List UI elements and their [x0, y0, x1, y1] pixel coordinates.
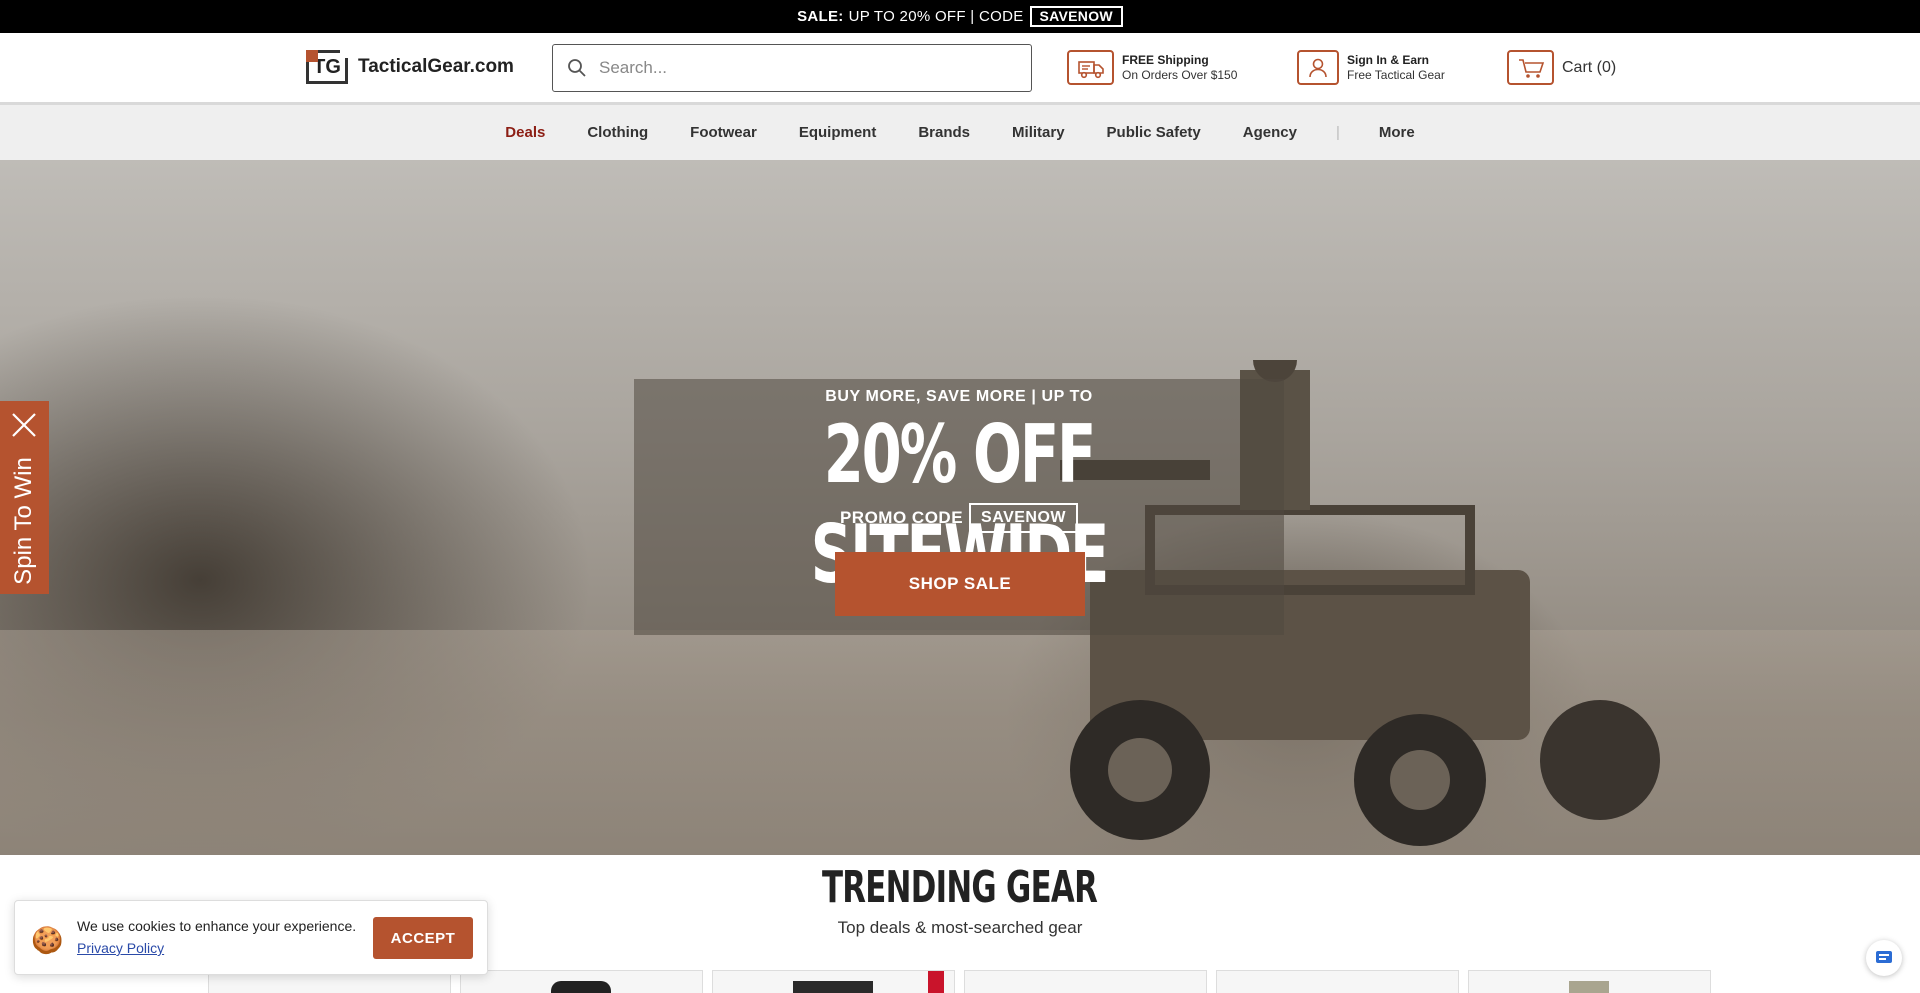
- hero-banner[interactable]: BUY MORE, SAVE MORE | UP TO 20% OFF SITE…: [0, 160, 1920, 855]
- shop-sale-button[interactable]: SHOP SALE: [835, 552, 1085, 616]
- promo-bar[interactable]: SALE: UP TO 20% OFF | CODE SAVENOW: [0, 0, 1920, 33]
- privacy-policy-link[interactable]: Privacy Policy: [77, 940, 164, 956]
- close-icon[interactable]: [10, 411, 38, 439]
- nav-item-clothing[interactable]: Clothing: [587, 124, 648, 141]
- cookie-icon: 🍪: [31, 925, 64, 955]
- product-image: [793, 981, 873, 993]
- product-card[interactable]: [964, 970, 1207, 993]
- chat-widget-icon[interactable]: [1866, 940, 1902, 976]
- cart-label: Cart (0): [1562, 58, 1617, 76]
- spin-label: Spin To Win: [10, 457, 37, 585]
- product-card[interactable]: [1216, 970, 1459, 993]
- search-input[interactable]: [599, 58, 1019, 78]
- logo-text: TacticalGear.com: [358, 56, 514, 77]
- nav-separator: |: [1335, 124, 1340, 141]
- nav-item-brands[interactable]: Brands: [918, 124, 970, 141]
- cart-icon: [1507, 50, 1554, 85]
- search-icon: [568, 59, 586, 77]
- free-shipping[interactable]: FREE Shipping On Orders Over $150: [1067, 50, 1237, 85]
- cart-link[interactable]: Cart (0): [1507, 50, 1616, 85]
- main-nav: Deals Clothing Footwear Equipment Brands…: [0, 105, 1920, 160]
- logo-mark-icon: TG: [306, 50, 348, 84]
- spin-to-win-tab[interactable]: Spin To Win: [0, 401, 49, 594]
- cookie-banner: 🍪 We use cookies to enhance your experie…: [14, 900, 488, 975]
- nav-item-deals[interactable]: Deals: [505, 124, 545, 141]
- nav-item-footwear[interactable]: Footwear: [690, 124, 757, 141]
- promo-code: SAVENOW: [1029, 6, 1123, 27]
- product-card[interactable]: [712, 970, 955, 993]
- cookie-message: We use cookies to enhance your experienc…: [77, 918, 357, 934]
- truck-icon: [1067, 50, 1114, 85]
- trending-title-text: TRENDING GEAR: [822, 862, 1098, 913]
- product-image: [551, 981, 611, 993]
- user-icon: [1297, 50, 1339, 85]
- nav-item-equipment[interactable]: Equipment: [799, 124, 877, 141]
- signin-title: Sign In & Earn: [1347, 52, 1430, 67]
- nav-item-military[interactable]: Military: [1012, 124, 1065, 141]
- hero-kicker: BUY MORE, SAVE MORE | UP TO: [825, 388, 1093, 405]
- shipping-title: FREE Shipping: [1122, 52, 1209, 67]
- promo-text: UP TO 20% OFF | CODE: [848, 8, 1024, 25]
- sale-tag: [928, 971, 944, 993]
- nav-item-more[interactable]: More: [1379, 124, 1415, 141]
- hero-promo-label: PROMO CODE: [839, 508, 964, 527]
- product-image: [1297, 979, 1377, 993]
- hero-promo-code: SAVENOW: [969, 503, 1079, 533]
- accept-cookies-button[interactable]: ACCEPT: [373, 917, 473, 959]
- hero-promo: PROMO CODE SAVENOW: [634, 503, 1284, 533]
- search-box[interactable]: [552, 44, 1032, 92]
- site-header: TG TacticalGear.com FREE Shipping On Ord…: [0, 33, 1920, 105]
- nav-item-public-safety[interactable]: Public Safety: [1107, 124, 1201, 141]
- nav-item-agency[interactable]: Agency: [1243, 124, 1297, 141]
- product-card[interactable]: [1468, 970, 1711, 993]
- sign-in[interactable]: Sign In & Earn Free Tactical Gear: [1297, 50, 1445, 85]
- product-image: [1569, 981, 1609, 993]
- logo[interactable]: TG TacticalGear.com: [306, 50, 514, 84]
- promo-sale-label: SALE:: [797, 8, 844, 25]
- shipping-subtitle: On Orders Over $150: [1122, 67, 1238, 82]
- product-card[interactable]: [460, 970, 703, 993]
- signin-subtitle: Free Tactical Gear: [1347, 67, 1445, 82]
